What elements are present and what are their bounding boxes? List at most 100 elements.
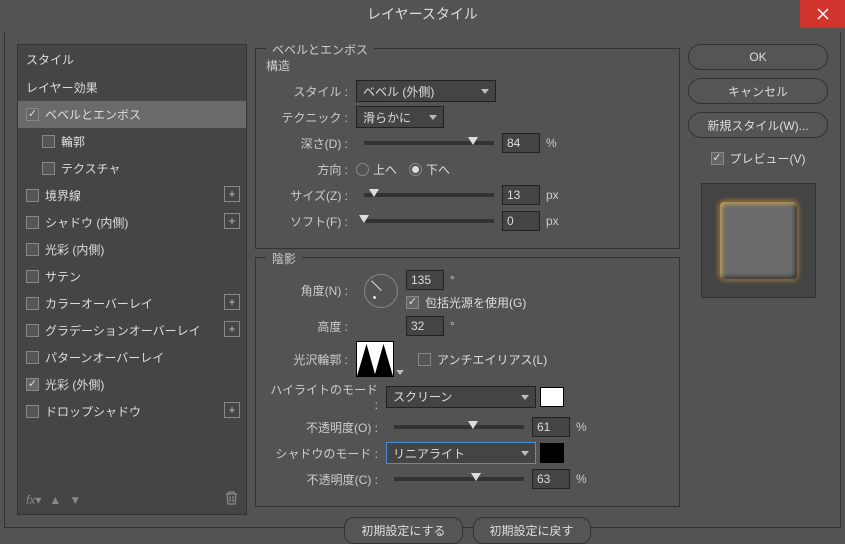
- sidebar-item-checkbox[interactable]: [26, 216, 39, 229]
- move-down-icon[interactable]: ▼: [69, 493, 81, 507]
- sidebar-item-label: ドロップシャドウ: [45, 403, 141, 420]
- sidebar-item-checkbox[interactable]: [26, 351, 39, 364]
- style-label: スタイル :: [266, 83, 356, 100]
- new-style-button[interactable]: 新規スタイル(W)...: [688, 112, 828, 138]
- soften-input[interactable]: 0: [502, 211, 540, 231]
- size-label: サイズ(Z) :: [266, 187, 356, 204]
- technique-select[interactable]: 滑らかに: [356, 106, 444, 128]
- sidebar-item-label: テクスチャ: [61, 160, 121, 177]
- highlight-mode-select[interactable]: スクリーン: [386, 386, 536, 408]
- highlight-mode-label: ハイライトのモード :: [266, 381, 386, 412]
- altitude-input[interactable]: 32: [406, 316, 444, 336]
- sidebar-item-checkbox[interactable]: [26, 297, 39, 310]
- sidebar-header: スタイル: [18, 45, 246, 74]
- add-effect-icon[interactable]: +: [224, 294, 240, 310]
- make-default-button[interactable]: 初期設定にする: [344, 517, 462, 544]
- depth-input[interactable]: 84: [502, 133, 540, 153]
- size-input[interactable]: 13: [502, 185, 540, 205]
- add-effect-icon[interactable]: +: [224, 186, 240, 202]
- close-button[interactable]: [800, 0, 845, 28]
- sidebar-item-checkbox[interactable]: [26, 108, 39, 121]
- sidebar-item-11[interactable]: 光彩 (外側): [18, 371, 246, 398]
- cancel-button[interactable]: キャンセル: [688, 78, 828, 104]
- trash-icon[interactable]: [225, 491, 238, 508]
- sidebar-item-checkbox[interactable]: [26, 378, 39, 391]
- sidebar-item-1[interactable]: ベベルとエンボス: [18, 101, 246, 128]
- global-light-label: 包括光源を使用(G): [425, 294, 526, 311]
- add-effect-icon[interactable]: +: [224, 213, 240, 229]
- shadow-mode-select[interactable]: リニアライト: [386, 442, 536, 464]
- sidebar-item-label: 輪郭: [61, 133, 85, 150]
- sidebar-item-label: グラデーションオーバーレイ: [45, 322, 201, 339]
- unit-px: px: [546, 188, 559, 202]
- sidebar-item-0[interactable]: レイヤー効果: [18, 74, 246, 101]
- depth-slider[interactable]: [364, 141, 494, 145]
- add-effect-icon[interactable]: +: [224, 321, 240, 337]
- reset-default-button[interactable]: 初期設定に戻す: [473, 517, 591, 544]
- dialog-title: レイヤースタイル: [0, 4, 845, 24]
- sidebar-item-6[interactable]: 光彩 (内側): [18, 236, 246, 263]
- unit-px: px: [546, 214, 559, 228]
- shadow-opacity-input[interactable]: 63: [532, 469, 570, 489]
- unit-percent: %: [546, 136, 557, 150]
- sidebar-item-checkbox[interactable]: [26, 324, 39, 337]
- global-light-checkbox[interactable]: [406, 296, 419, 309]
- gloss-contour-label: 光沢輪郭 :: [266, 351, 356, 368]
- soften-label: ソフト(F) :: [266, 213, 356, 230]
- add-effect-icon[interactable]: +: [224, 402, 240, 418]
- sidebar-item-checkbox[interactable]: [26, 189, 39, 202]
- styles-sidebar: スタイル レイヤー効果ベベルとエンボス輪郭テクスチャ境界線+ シャドウ (内側) +…: [17, 44, 247, 515]
- unit-percent: %: [576, 472, 587, 486]
- unit-percent: %: [576, 420, 587, 434]
- sidebar-item-checkbox[interactable]: [26, 270, 39, 283]
- angle-label: 角度(N) :: [266, 282, 356, 299]
- altitude-label: 高度 :: [266, 318, 356, 335]
- highlight-color-swatch[interactable]: [540, 387, 564, 407]
- shadow-color-swatch[interactable]: [540, 443, 564, 463]
- sidebar-item-12[interactable]: ドロップシャドウ +: [18, 398, 246, 425]
- group-title-shading: 陰影: [266, 250, 302, 267]
- sidebar-item-checkbox[interactable]: [26, 405, 39, 418]
- highlight-opacity-slider[interactable]: [394, 425, 524, 429]
- angle-input[interactable]: 135: [406, 270, 444, 290]
- ok-button[interactable]: OK: [688, 44, 828, 70]
- sidebar-item-checkbox[interactable]: [42, 162, 55, 175]
- sidebar-item-label: シャドウ (内側): [45, 214, 128, 231]
- sidebar-item-7[interactable]: サテン: [18, 263, 246, 290]
- sidebar-item-2[interactable]: 輪郭: [18, 128, 246, 155]
- angle-wheel[interactable]: [364, 274, 398, 308]
- gloss-contour-dropdown-icon[interactable]: [396, 370, 404, 375]
- main-panel: ベベルとエンボス 構造 スタイル : ベベル (外側) テクニック : 滑らかに…: [255, 44, 680, 515]
- direction-up-radio[interactable]: [356, 163, 369, 176]
- layer-style-dialog: レイヤースタイル スタイル レイヤー効果ベベルとエンボス輪郭テクスチャ境界線+シ…: [0, 0, 845, 532]
- gloss-contour-picker[interactable]: [356, 341, 394, 377]
- sidebar-item-checkbox[interactable]: [26, 243, 39, 256]
- sidebar-item-3[interactable]: テクスチャ: [18, 155, 246, 182]
- sidebar-item-label: 光彩 (内側): [45, 241, 104, 258]
- direction-up-label: 上へ: [373, 161, 397, 178]
- highlight-opacity-input[interactable]: 61: [532, 417, 570, 437]
- sidebar-item-label: カラーオーバーレイ: [45, 295, 153, 312]
- structure-group: ベベルとエンボス 構造 スタイル : ベベル (外側) テクニック : 滑らかに…: [255, 48, 680, 249]
- sidebar-item-8[interactable]: カラーオーバーレイ +: [18, 290, 246, 317]
- sidebar-item-4[interactable]: 境界線+: [18, 182, 246, 209]
- size-slider[interactable]: [364, 193, 494, 197]
- fx-menu[interactable]: fx▾: [26, 493, 41, 507]
- sidebar-footer: fx▾ ▲ ▼: [18, 485, 246, 514]
- sidebar-item-label: レイヤー効果: [26, 79, 98, 96]
- group-title-bevel: ベベルとエンボス: [266, 41, 374, 58]
- titlebar: レイヤースタイル: [0, 0, 845, 28]
- antialias-checkbox[interactable]: [418, 353, 431, 366]
- soften-slider[interactable]: [364, 219, 494, 223]
- sidebar-item-10[interactable]: パターンオーバーレイ: [18, 344, 246, 371]
- sidebar-item-5[interactable]: シャドウ (内側) +: [18, 209, 246, 236]
- style-select[interactable]: ベベル (外側): [356, 80, 496, 102]
- preview-thumbnail: [701, 183, 816, 298]
- move-up-icon[interactable]: ▲: [49, 493, 61, 507]
- preview-checkbox[interactable]: [711, 152, 724, 165]
- sidebar-item-checkbox[interactable]: [42, 135, 55, 148]
- sidebar-item-label: ベベルとエンボス: [45, 106, 141, 123]
- shadow-opacity-slider[interactable]: [394, 477, 524, 481]
- sidebar-item-9[interactable]: グラデーションオーバーレイ +: [18, 317, 246, 344]
- direction-down-radio[interactable]: [409, 163, 422, 176]
